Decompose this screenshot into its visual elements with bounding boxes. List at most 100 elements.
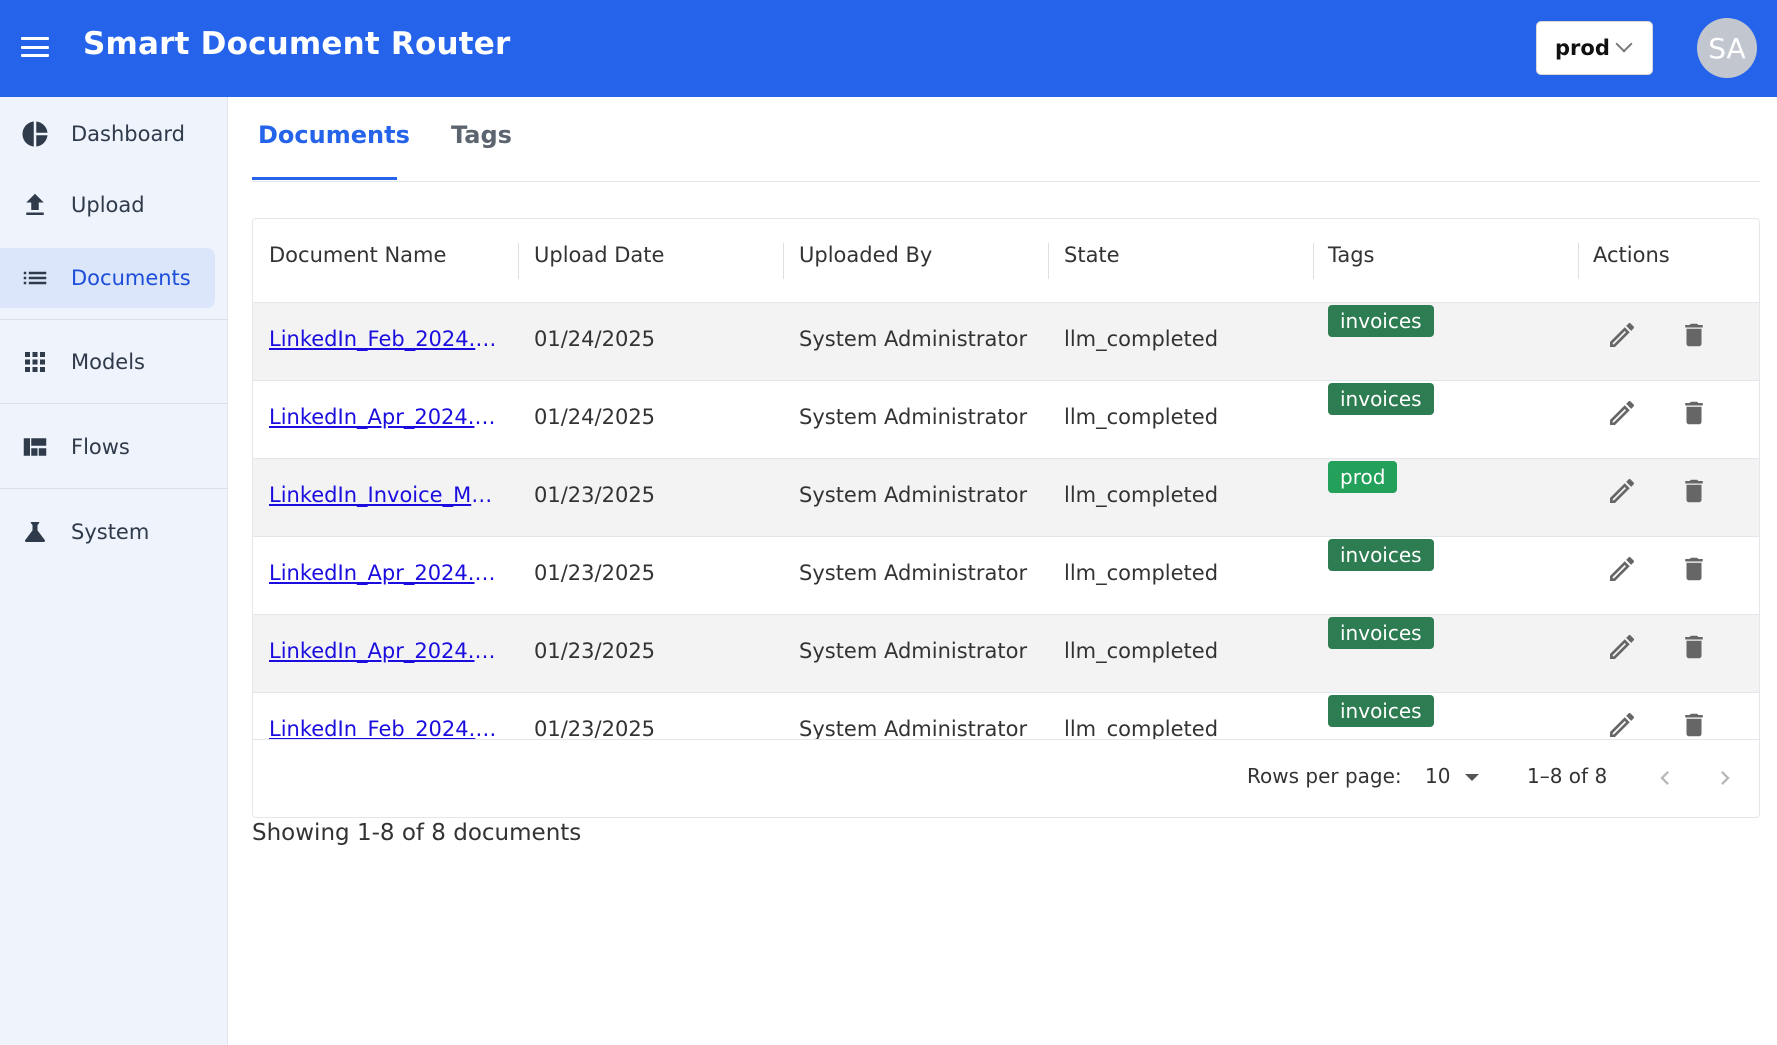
sidebar-divider (0, 403, 228, 404)
sidebar-item-label: Documents (71, 266, 191, 290)
flask-icon (20, 517, 50, 547)
edit-icon[interactable] (1604, 317, 1640, 353)
document-name-link[interactable]: LinkedIn_Invoice_May… (269, 483, 504, 507)
environment-value: prod (1555, 36, 1610, 60)
uploaded-by-cell: System Administrator (799, 561, 1028, 585)
document-name-link[interactable]: LinkedIn_Apr_2024.pdf (269, 639, 504, 663)
tab-bar: Documents Tags (252, 97, 1760, 182)
delete-icon[interactable] (1676, 473, 1712, 509)
list-icon (20, 263, 50, 293)
column-header-document-name[interactable]: Document Name (269, 243, 446, 267)
column-separator[interactable] (1578, 243, 1579, 279)
document-name-link[interactable]: LinkedIn_Apr_2024.pdf (269, 561, 504, 585)
delete-icon[interactable] (1676, 317, 1712, 353)
edit-icon[interactable] (1604, 551, 1640, 587)
column-header-actions: Actions (1593, 243, 1670, 267)
next-page-button[interactable] (1707, 760, 1743, 796)
delete-icon[interactable] (1676, 395, 1712, 431)
column-header-upload-date[interactable]: Upload Date (534, 243, 664, 267)
rows-per-page-label: Rows per page: (1247, 764, 1402, 788)
state-cell: llm_completed (1064, 405, 1219, 429)
tag-badge: invoices (1328, 539, 1434, 571)
uploaded-by-cell: System Administrator (799, 327, 1028, 351)
sidebar-item-label: Dashboard (71, 122, 185, 146)
chevron-down-icon (1615, 35, 1633, 53)
state-cell: llm_completed (1064, 717, 1219, 739)
column-header-tags[interactable]: Tags (1328, 243, 1375, 267)
upload-icon (20, 190, 50, 220)
previous-page-button[interactable] (1647, 760, 1683, 796)
delete-icon[interactable] (1676, 707, 1712, 739)
state-cell: llm_completed (1064, 639, 1219, 663)
documents-summary: Showing 1-8 of 8 documents (252, 820, 582, 846)
column-separator[interactable] (1313, 243, 1314, 279)
table-row: LinkedIn_Feb_2024.pdf 01/23/2025 System … (253, 693, 1759, 739)
state-cell: llm_completed (1064, 483, 1219, 507)
table-row: LinkedIn_Invoice_May… 01/23/2025 System … (253, 459, 1759, 537)
uploaded-by-cell: System Administrator (799, 717, 1028, 739)
sidebar-divider (0, 488, 228, 489)
sidebar-item-dashboard[interactable]: Dashboard (0, 104, 215, 164)
sidebar-item-label: Upload (71, 193, 145, 217)
dashboard-layout-icon (20, 432, 50, 462)
table-row: LinkedIn_Apr_2024.pdf 01/24/2025 System … (253, 381, 1759, 459)
upload-date-cell: 01/24/2025 (534, 327, 656, 351)
app-title: Smart Document Router (83, 26, 511, 62)
pagination-range: 1–8 of 8 (1527, 764, 1608, 788)
tab-tags[interactable]: Tags (451, 121, 512, 149)
menu-icon[interactable] (18, 32, 52, 62)
state-cell: llm_completed (1064, 327, 1219, 351)
app-header: Smart Document Router prod SA (0, 0, 1777, 97)
column-header-state[interactable]: State (1064, 243, 1120, 267)
sidebar: Dashboard Upload Documents Models Flows … (0, 97, 228, 1045)
documents-table: Document Name Upload Date Uploaded By St… (252, 218, 1760, 818)
table-row: LinkedIn_Apr_2024.pdf 01/23/2025 System … (253, 615, 1759, 693)
delete-icon[interactable] (1676, 551, 1712, 587)
upload-date-cell: 01/23/2025 (534, 717, 656, 739)
sidebar-item-system[interactable]: System (0, 502, 215, 562)
environment-select[interactable]: prod (1536, 21, 1653, 75)
sidebar-item-upload[interactable]: Upload (0, 175, 215, 235)
document-name-link[interactable]: LinkedIn_Feb_2024.pdf (269, 327, 504, 351)
document-name-link[interactable]: LinkedIn_Feb_2024.pdf (269, 717, 504, 739)
chevron-right-icon (1721, 771, 1730, 785)
sidebar-item-label: Flows (71, 435, 130, 459)
tag-badge: invoices (1328, 695, 1434, 727)
column-header-uploaded-by[interactable]: Uploaded By (799, 243, 932, 267)
caret-down-icon (1465, 774, 1479, 781)
upload-date-cell: 01/23/2025 (534, 561, 656, 585)
delete-icon[interactable] (1676, 629, 1712, 665)
sidebar-item-label: Models (71, 350, 145, 374)
chevron-left-icon (1660, 771, 1669, 785)
uploaded-by-cell: System Administrator (799, 483, 1028, 507)
table-row: LinkedIn_Apr_2024.pdf 01/23/2025 System … (253, 537, 1759, 615)
edit-icon[interactable] (1604, 629, 1640, 665)
table-row: LinkedIn_Feb_2024.pdf 01/24/2025 System … (253, 303, 1759, 381)
sidebar-item-label: System (71, 520, 150, 544)
column-separator[interactable] (518, 243, 519, 279)
sidebar-item-documents[interactable]: Documents (0, 248, 215, 308)
edit-icon[interactable] (1604, 395, 1640, 431)
uploaded-by-cell: System Administrator (799, 405, 1028, 429)
edit-icon[interactable] (1604, 707, 1640, 739)
rows-per-page-value: 10 (1425, 764, 1451, 788)
sidebar-item-flows[interactable]: Flows (0, 417, 215, 477)
pie-chart-icon (20, 119, 50, 149)
upload-date-cell: 01/24/2025 (534, 405, 656, 429)
tag-badge: invoices (1328, 305, 1434, 337)
column-separator[interactable] (1048, 243, 1049, 279)
document-name-link[interactable]: LinkedIn_Apr_2024.pdf (269, 405, 504, 429)
tag-badge: invoices (1328, 617, 1434, 649)
column-separator[interactable] (783, 243, 784, 279)
upload-date-cell: 01/23/2025 (534, 639, 656, 663)
avatar[interactable]: SA (1697, 18, 1757, 78)
pagination: Rows per page: 10 1–8 of 8 (253, 739, 1759, 817)
edit-icon[interactable] (1604, 473, 1640, 509)
uploaded-by-cell: System Administrator (799, 639, 1028, 663)
rows-per-page-select[interactable]: 10 (1418, 756, 1498, 796)
tag-badge: invoices (1328, 383, 1434, 415)
tab-documents[interactable]: Documents (258, 121, 410, 149)
sidebar-item-models[interactable]: Models (0, 332, 215, 392)
table-body: LinkedIn_Feb_2024.pdf 01/24/2025 System … (253, 303, 1759, 739)
table-header: Document Name Upload Date Uploaded By St… (253, 219, 1759, 303)
